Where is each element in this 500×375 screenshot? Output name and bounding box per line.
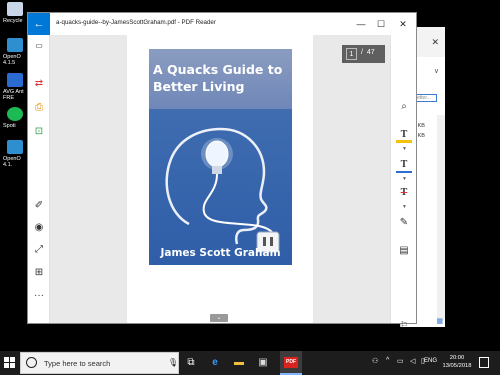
desktop-icon-openoffice-2[interactable]: OpenO 4.1. [0,140,30,168]
expand-icon[interactable]: ⤢ [32,243,46,257]
clock[interactable]: 20:00 13/05/2018 [442,354,472,370]
view-toggle-icon[interactable]: ▦ [436,317,443,325]
chevron-down-icon[interactable]: ▼ [402,176,407,182]
page-total: / 47 [361,49,375,56]
background-search-input[interactable]: etter... [415,94,437,102]
thumbnail-icon[interactable]: ▭ [32,39,46,53]
pdf-page[interactable]: A Quacks Guide to Better Living James Sc… [127,35,313,323]
clock-date: 13/05/2018 [442,363,472,369]
back-button[interactable]: ← [28,13,50,35]
desktop-icon-label: OpenO 4.1. [3,156,21,168]
convert-icon[interactable]: ⇄ [32,77,46,91]
desktop-icon-label: AVG Ant FRE [3,89,24,101]
avg-icon [7,73,23,87]
chevron-down-icon[interactable]: ▼ [402,146,407,152]
page-scroll-handle[interactable]: ⌄ [210,314,228,322]
page-total-count: 47 [366,49,375,56]
people-icon[interactable]: ⚇ [372,357,378,365]
head-lightbulb-illustration [165,127,280,253]
taskbar-search[interactable]: Type here to search 🎙 [20,352,179,374]
openoffice-icon [7,38,23,52]
chevron-down-icon[interactable]: ∨ [434,67,439,75]
desktop-icon-spotify[interactable]: Spoti [0,107,30,129]
microphone-icon[interactable]: 🎙 [168,358,178,367]
store-icon[interactable]: ▣ [256,356,270,370]
network-icon[interactable]: ▭ [397,357,404,365]
more-icon[interactable]: ··· [32,289,46,303]
view-icon[interactable]: ◉ [32,221,46,235]
spotify-icon [7,107,23,121]
search-icon[interactable]: ⌕ [396,99,412,115]
page-separator: / [361,49,363,56]
print-icon[interactable]: ⎙ [32,101,46,115]
background-close-button[interactable]: ✕ [431,37,439,48]
grid-icon[interactable]: ⊞ [32,266,46,280]
pen-icon[interactable]: ✎ [396,215,412,231]
desktop-icon-recycle-bin[interactable]: Recycle [0,2,30,24]
taskbar: Type here to search 🎙 ⧉ e ▬ ▣ PDF ⚇ ^ ▭ … [0,351,500,375]
underline-text-icon[interactable]: T [396,157,412,173]
share-icon[interactable]: ⊡ [32,125,46,139]
clock-time: 20:00 [449,355,465,361]
pdf-app-icon: PDF [284,357,298,368]
chevron-down-icon[interactable]: ▼ [402,204,407,210]
openoffice-icon [7,140,23,154]
language-indicator[interactable]: ENG [424,358,437,364]
book-cover: A Quacks Guide to Better Living James Sc… [149,49,292,265]
desktop-icon-avg[interactable]: AVG Ant FRE [0,73,30,101]
pdf-reader-taskbar-button[interactable]: PDF [280,351,302,375]
search-placeholder: Type here to search [44,359,111,368]
desktop-icon-label: OpenO 4.1.5 [3,54,21,66]
note-icon[interactable]: ▤ [396,243,412,259]
maximize-button[interactable]: ☐ [370,16,392,32]
pdf-reader-window: ← a-quacks-guide--by-JamesScottGraham.pd… [27,12,417,330]
cover-author: James Scott Graham [160,247,281,259]
minimize-button[interactable]: — [350,16,372,32]
bookmark-icon[interactable]: ⚐ [396,317,412,333]
desktop-icon-label: Recycle [3,18,23,24]
title-bar: ← a-quacks-guide--by-JamesScottGraham.pd… [28,13,416,35]
chevron-up-icon[interactable]: ^ [386,357,389,364]
desktop-icon-label: Spoti [3,123,16,129]
edge-icon[interactable]: e [208,356,222,370]
left-toolbar: ▭ ⇄ ⎙ ⊡ ✐ ◉ ⤢ ⊞ ··· [28,35,50,323]
highlight-text-icon[interactable]: T [396,127,412,143]
task-view-icon[interactable]: ⧉ [184,356,198,370]
cortana-icon [26,357,37,368]
desktop-icon-openoffice[interactable]: OpenO 4.1.5 [0,38,30,66]
strikethrough-text-icon[interactable]: T [396,185,412,201]
notification-icon[interactable] [479,357,489,368]
cover-title: A Quacks Guide to Better Living [153,62,283,94]
windows-logo-icon [4,357,9,362]
recycle-bin-icon [7,2,23,16]
background-scrollbar[interactable] [437,115,445,320]
page-counter: 1 / 47 [342,45,385,63]
current-page-input[interactable]: 1 [346,48,357,60]
volume-icon[interactable]: ◁ [410,357,415,365]
file-explorer-icon[interactable]: ▬ [232,356,246,370]
right-toolbar: ⌕ T ▼ T ▼ T ▼ ✎ ▤ ⚐ [390,35,416,330]
annotate-icon[interactable]: ✐ [32,199,46,213]
close-button[interactable]: ✕ [392,16,414,32]
start-button[interactable] [4,357,15,368]
window-title: a-quacks-guide--by-JamesScottGraham.pdf … [56,19,216,26]
